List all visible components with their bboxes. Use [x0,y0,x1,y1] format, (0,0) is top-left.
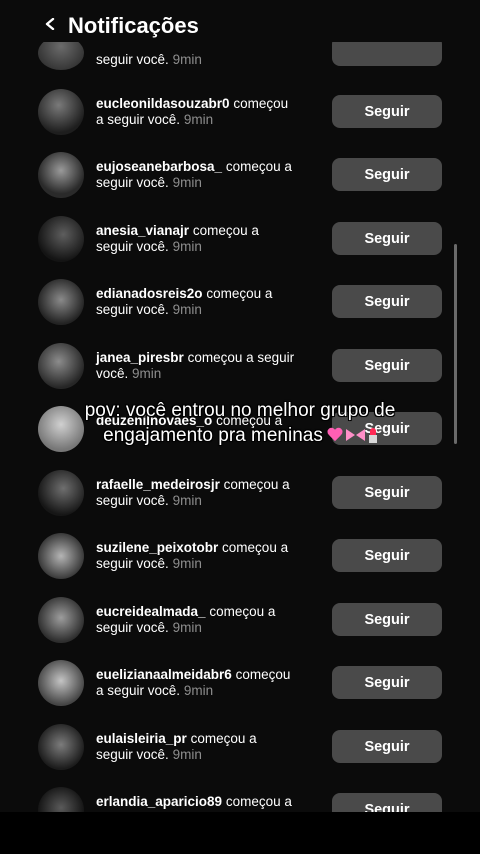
timestamp: 9min [172,620,202,635]
video-caption-overlay: pov: você entrou no melhor grupo de enga… [0,398,480,448]
avatar[interactable] [38,279,84,325]
action-text: começou a [192,223,259,238]
timestamp: 9min [172,175,202,190]
action-text: começou a [225,159,292,174]
notification-text: eucreidealmada_ começou a seguir você. 9m… [96,604,326,636]
action-text: começou a [206,286,273,301]
list-item[interactable]: anesia_vianajr começou a seguir você. 9mi… [0,207,480,271]
list-item[interactable]: eucreidealmada_ começou a seguir você. 9m… [0,588,480,652]
avatar[interactable] [38,787,84,812]
notification-text: suzilene_peixotobr começou a seguir você.… [96,540,326,572]
username[interactable]: euelizianaalmeidabr6 [96,667,232,682]
screen: Notificações seguir você. 9min eucleonil… [0,0,480,854]
follow-button[interactable]: Seguir [332,349,442,382]
avatar[interactable] [38,216,84,262]
timestamp: 9min [172,747,202,762]
action-text-2: seguir você. [96,302,169,317]
list-item[interactable]: rafaelle_medeirosjr começou a seguir você… [0,461,480,525]
notification-text: anesia_vianajr começou a seguir você. 9mi… [96,223,326,255]
follow-button[interactable]: Seguir [332,222,442,255]
pink-heart-icon [327,428,343,442]
avatar[interactable] [38,343,84,389]
follow-button[interactable]: Seguir [332,539,442,572]
username[interactable]: erlandia_aparicio89 [96,794,222,809]
action-text-2: seguir você. [96,493,169,508]
list-item[interactable]: erlandia_aparicio89 começou a Seguir [0,778,480,812]
list-item[interactable]: eucleonildasouzabr0 começou a seguir você… [0,80,480,144]
follow-button[interactable]: Seguir [332,603,442,636]
notification-text: edianadosreis2o começou a seguir você. 9m… [96,286,326,318]
list-item[interactable]: euelizianaalmeidabr6 começou a seguir voc… [0,651,480,715]
follow-button[interactable]: Seguir [332,158,442,191]
action-text-2: você. [96,366,129,381]
action-text: começou a [209,604,276,619]
timestamp: 9min [172,556,202,571]
avatar[interactable] [38,660,84,706]
follow-button[interactable]: Seguir [332,95,442,128]
notification-text: euelizianaalmeidabr6 começou a seguir voc… [96,667,326,699]
avatar[interactable] [38,89,84,135]
avatar[interactable] [38,533,84,579]
action-text-2: seguir você. [96,556,169,571]
action-text: começou [235,667,291,682]
username[interactable]: eulaisleiria_pr [96,731,187,746]
action-text-2: a seguir você. [96,683,181,698]
username[interactable]: anesia_vianajr [96,223,189,238]
action-text: começou [233,96,289,111]
list-item[interactable]: suzilene_peixotobr começou a seguir você.… [0,524,480,588]
timestamp: 9min [172,493,202,508]
username[interactable]: janea_piresbr [96,350,184,365]
action-text-2: seguir você. [96,239,169,254]
notification-text: janea_piresbr começou a seguir você. 9min [96,350,326,382]
follow-button[interactable]: Seguir [332,793,442,812]
timestamp: 9min [183,683,214,698]
notification-text: rafaelle_medeirosjr começou a seguir você… [96,477,326,509]
timestamp: 9min [183,112,214,127]
notification-text: eucleonildasouzabr0 começou a seguir você… [96,96,326,128]
username[interactable]: eucreidealmada_ [96,604,206,619]
bottom-bar [0,812,480,854]
follow-button[interactable]: Seguir [332,476,442,509]
action-text: começou a [223,477,290,492]
header: Notificações [0,0,480,42]
timestamp: 9min [172,239,202,254]
list-item[interactable]: eujoseanebarbosa_ começou a seguir você. … [0,143,480,207]
avatar[interactable] [38,470,84,516]
timestamp: 9min [132,366,162,381]
follow-button[interactable]: Seguir [332,730,442,763]
action-text: começou a [225,794,292,809]
action-text-2: seguir você. [96,747,169,762]
caption-line-2: engajamento pra meninas [0,423,480,448]
username[interactable]: eujoseanebarbosa_ [96,159,222,174]
username[interactable]: rafaelle_medeirosjr [96,477,220,492]
lipstick-icon [368,428,377,443]
action-text-2: seguir você. [96,175,169,190]
username[interactable]: suzilene_peixotobr [96,540,218,555]
caption-line-1: pov: você entrou no melhor grupo de [84,400,396,421]
action-text: começou a [222,540,289,555]
list-item[interactable]: janea_piresbr começou a seguir você. 9min… [0,334,480,398]
username[interactable]: edianadosreis2o [96,286,203,301]
avatar[interactable] [38,597,84,643]
action-text-2: seguir você. [96,620,169,635]
notification-text: eujoseanebarbosa_ começou a seguir você. … [96,159,326,191]
page-title: Notificações [68,13,199,38]
pink-bow-icon [345,428,366,442]
follow-button[interactable]: Seguir [332,285,442,318]
notification-text: eulaisleiria_pr começou a seguir você. 9m… [96,731,326,763]
avatar[interactable] [38,152,84,198]
avatar[interactable] [38,724,84,770]
username[interactable]: eucleonildasouzabr0 [96,96,230,111]
back-arrow-icon[interactable] [44,18,56,30]
timestamp: 9min [172,302,202,317]
list-item[interactable]: eulaisleiria_pr começou a seguir você. 9m… [0,715,480,779]
list-item[interactable]: edianadosreis2o começou a seguir você. 9m… [0,270,480,334]
notification-text: erlandia_aparicio89 começou a [96,794,326,810]
action-text: começou a [190,731,257,746]
action-text: começou a seguir [187,350,295,365]
notification-text: seguir você. 9min [96,52,202,67]
action-text-2: a seguir você. [96,112,181,127]
follow-button[interactable]: Seguir [332,666,442,699]
